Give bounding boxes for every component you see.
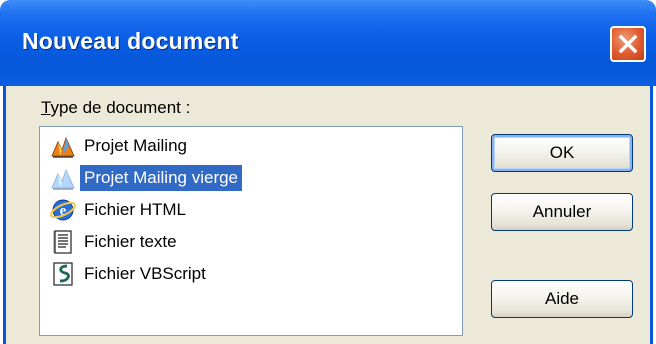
title-bar[interactable]: Nouveau document — [0, 0, 656, 86]
document-type-label-text: ype de document : — [50, 98, 191, 117]
document-type-label: Type de document : — [41, 98, 190, 118]
cancel-button[interactable]: Annuler — [491, 193, 633, 231]
vbscript-file-icon — [48, 259, 78, 289]
list-item-html-file[interactable]: e Fichier HTML — [48, 195, 190, 225]
list-item-blank-mailing-project[interactable]: Projet Mailing vierge — [48, 163, 243, 193]
document-type-list[interactable]: Projet Mailing Projet Mailing vierge e F… — [39, 126, 463, 336]
ok-button[interactable]: OK — [491, 134, 633, 172]
dialog-body: Type de document : Projet Mailing Projet… — [3, 86, 653, 344]
list-item-vbscript-file[interactable]: Fichier VBScript — [48, 259, 210, 289]
text-file-icon — [48, 227, 78, 257]
list-item-label: Projet Mailing — [84, 136, 187, 155]
new-document-dialog: Nouveau document Type de document : Proj… — [0, 0, 656, 344]
dialog-title: Nouveau document — [22, 28, 239, 54]
list-item-mailing-project[interactable]: Projet Mailing — [48, 131, 191, 161]
list-item-label: Fichier HTML — [84, 200, 187, 219]
list-item-label: Projet Mailing vierge — [80, 165, 243, 191]
help-button[interactable]: Aide — [491, 280, 633, 318]
list-item-label: Fichier texte — [84, 232, 177, 251]
close-button[interactable] — [610, 26, 646, 62]
html-file-icon: e — [48, 195, 78, 225]
list-item-label: Fichier VBScript — [84, 264, 206, 283]
mailing-project-icon — [48, 131, 78, 161]
blank-mailing-project-icon — [48, 163, 78, 193]
list-item-text-file[interactable]: Fichier texte — [48, 227, 181, 257]
close-icon — [618, 34, 638, 54]
